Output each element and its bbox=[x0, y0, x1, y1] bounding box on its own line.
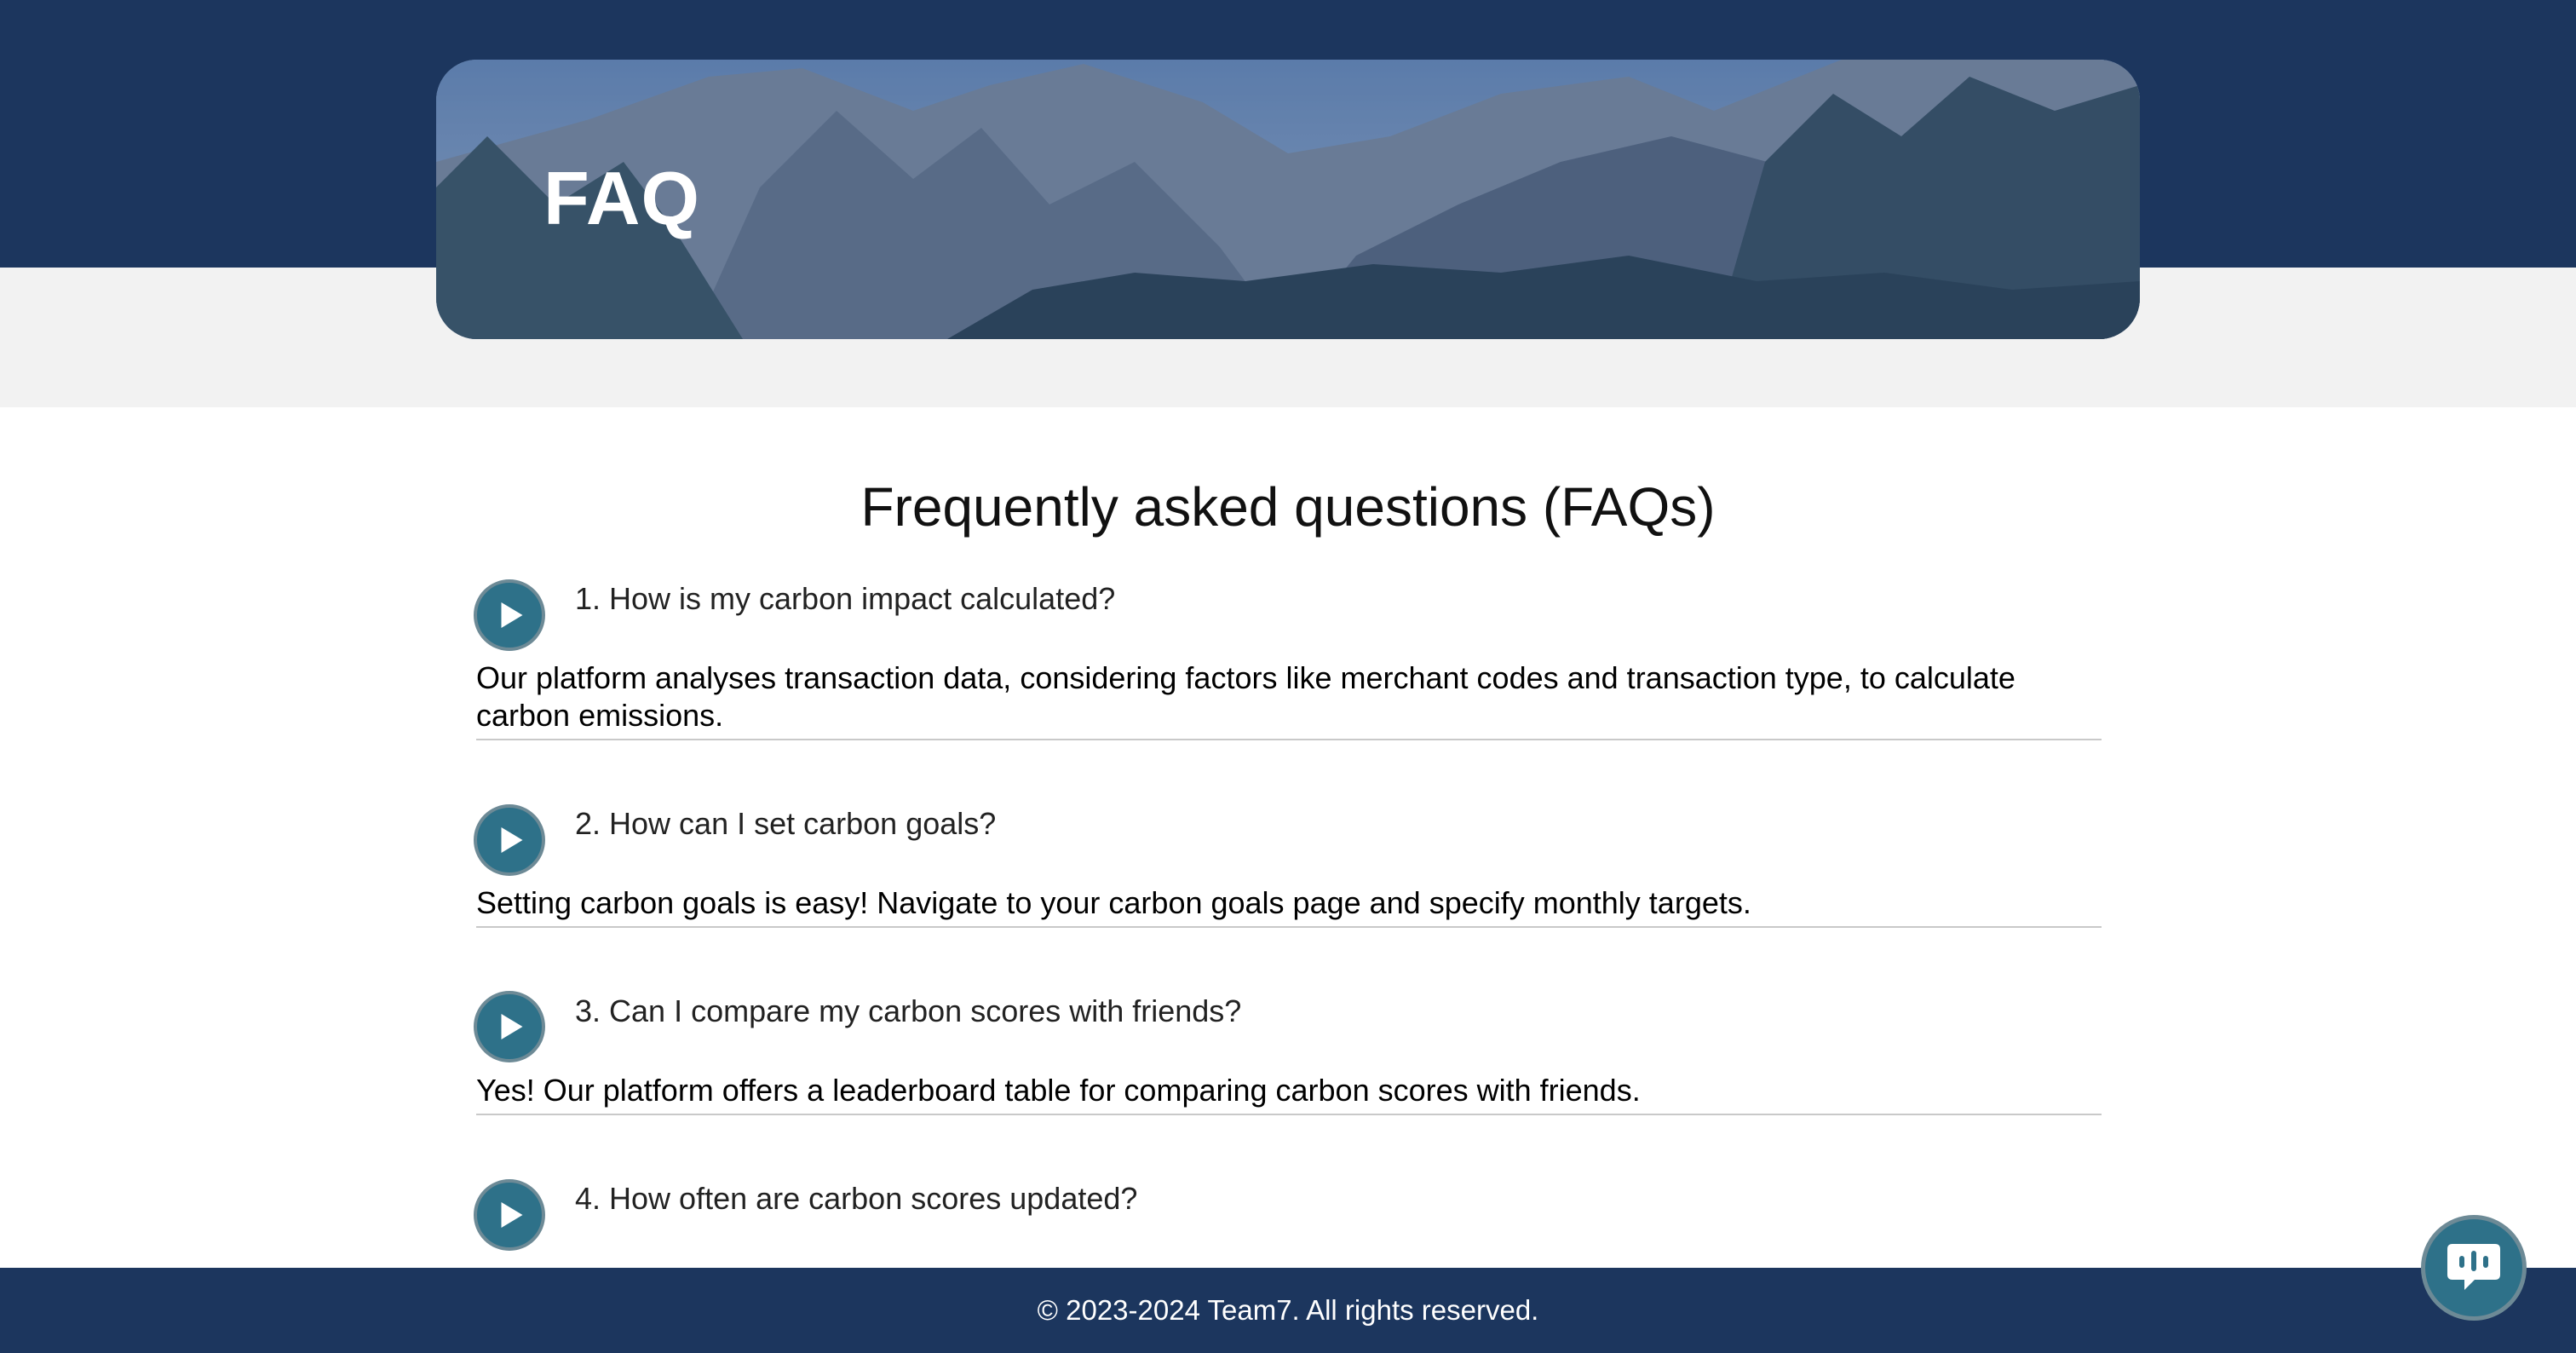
play-icon bbox=[501, 1202, 523, 1228]
faq-answer: Yes! Our platform offers a leaderboard t… bbox=[476, 1073, 1641, 1108]
faq-divider bbox=[476, 1114, 2102, 1115]
faq-question[interactable]: 1. How is my carbon impact calculated? bbox=[575, 581, 1115, 617]
faq-answer: Setting carbon goals is easy! Navigate t… bbox=[476, 885, 1751, 920]
faq-question[interactable]: 4. How often are carbon scores updated? bbox=[575, 1181, 1137, 1217]
play-audio-button[interactable] bbox=[474, 579, 545, 651]
faq-heading: Frequently asked questions (FAQs) bbox=[860, 476, 1716, 538]
play-icon bbox=[501, 602, 523, 628]
copyright-text: © 2023-2024 Team7. All rights reserved. bbox=[1037, 1294, 1539, 1326]
faq-question[interactable]: 3. Can I compare my carbon scores with f… bbox=[575, 993, 1241, 1029]
play-audio-button[interactable] bbox=[474, 804, 545, 876]
faq-divider bbox=[476, 739, 2102, 740]
faq-divider bbox=[476, 926, 2102, 928]
play-icon bbox=[501, 827, 523, 853]
play-audio-button[interactable] bbox=[474, 1179, 545, 1251]
hero-banner: FAQ bbox=[436, 60, 2140, 339]
page-title: FAQ bbox=[543, 156, 700, 240]
play-audio-button[interactable] bbox=[474, 991, 545, 1062]
play-icon bbox=[501, 1014, 523, 1039]
footer: © 2023-2024 Team7. All rights reserved. bbox=[0, 1268, 2576, 1353]
faq-answer: Our platform analyses transaction data, … bbox=[476, 660, 2015, 733]
chat-icon bbox=[2447, 1244, 2500, 1290]
chat-button[interactable] bbox=[2421, 1215, 2527, 1321]
faq-question[interactable]: 2. How can I set carbon goals? bbox=[575, 806, 996, 842]
